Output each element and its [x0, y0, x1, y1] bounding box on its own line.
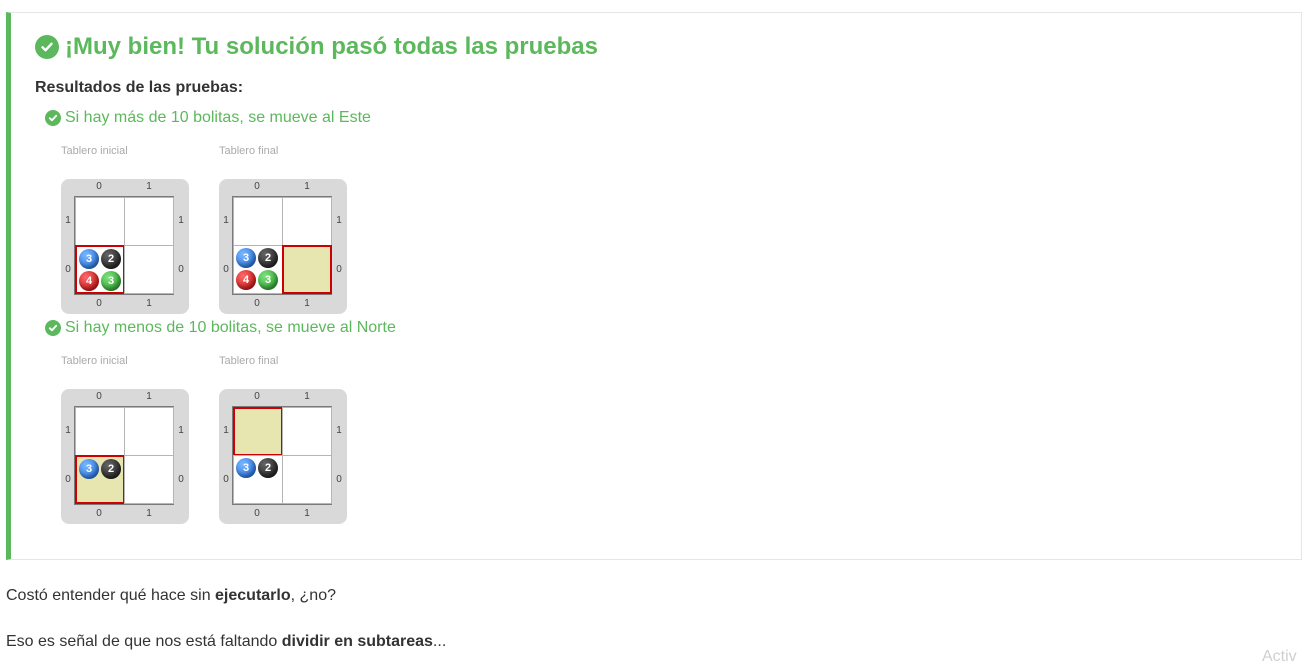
test-results-panel: ¡Muy bien! Tu solución pasó todas las pr…	[6, 12, 1302, 560]
row-label: 0	[336, 474, 342, 485]
paragraph-1: Costó entender qué hace sin ejecutarlo, …	[6, 587, 336, 605]
col-label: 1	[146, 181, 152, 192]
black-ball: 2	[258, 248, 278, 268]
board-grid: 3 2	[232, 406, 332, 505]
test-title-1: Si hay más de 10 bolitas, se mueve al Es…	[45, 109, 371, 127]
initial-board: 0 1 0 1 1 1 0 0 3 2	[61, 389, 189, 524]
check-circle-icon	[35, 35, 59, 59]
row-label: 1	[336, 425, 342, 436]
row-label: 1	[336, 215, 342, 226]
check-circle-icon	[45, 110, 61, 126]
black-ball: 2	[101, 459, 121, 479]
row-label: 1	[65, 215, 71, 226]
col-label: 1	[146, 391, 152, 402]
board-grid: 3 2 4 3	[232, 196, 332, 295]
test-title-2: Si hay menos de 10 bolitas, se mueve al …	[45, 319, 396, 337]
final-board: 0 1 0 1 1 1 0 0 3 2 4 3	[219, 179, 347, 314]
col-label: 1	[146, 298, 152, 309]
final-board-caption: Tablero final	[219, 145, 279, 157]
cell-0-1	[233, 197, 283, 246]
final-board-caption: Tablero final	[219, 355, 279, 367]
row-label: 1	[178, 215, 184, 226]
row-label: 0	[223, 264, 229, 275]
cell-0-0: 3 2	[233, 455, 283, 504]
test-title-text: Si hay menos de 10 bolitas, se mueve al …	[65, 319, 396, 336]
green-ball: 3	[258, 270, 278, 290]
paragraph-text: ...	[432, 633, 447, 650]
activation-watermark: Activ	[1262, 648, 1297, 665]
paragraph-bold: dividir en subtareas	[281, 633, 433, 650]
blue-ball: 3	[236, 458, 256, 478]
green-ball: 3	[101, 271, 121, 291]
col-label: 0	[96, 181, 102, 192]
row-label: 0	[65, 474, 71, 485]
col-label: 0	[254, 181, 260, 192]
cell-0-1	[75, 407, 125, 456]
row-label: 0	[178, 474, 184, 485]
cell-1-0	[282, 455, 332, 504]
red-ball: 4	[79, 271, 99, 291]
cell-0-1	[75, 197, 125, 246]
success-title-text: ¡Muy bien! Tu solución pasó todas las pr…	[65, 33, 598, 60]
board-grid: 3 2	[74, 406, 174, 505]
cell-1-1	[282, 197, 332, 246]
cell-1-0	[124, 245, 174, 294]
row-label: 0	[65, 264, 71, 275]
col-label: 0	[96, 298, 102, 309]
col-label: 1	[304, 391, 310, 402]
blue-ball: 3	[79, 459, 99, 479]
black-ball: 2	[258, 458, 278, 478]
row-label: 1	[223, 425, 229, 436]
cell-1-0-header	[282, 245, 332, 294]
final-board: 0 1 0 1 1 1 0 0 3 2	[219, 389, 347, 524]
col-label: 1	[304, 508, 310, 519]
success-title: ¡Muy bien! Tu solución pasó todas las pr…	[35, 33, 598, 61]
paragraph-bold: ejecutarlo	[215, 587, 291, 604]
initial-board: 0 1 0 1 1 1 0 0 3 2 4 3	[61, 179, 189, 314]
cell-1-1	[124, 407, 174, 456]
row-label: 1	[65, 425, 71, 436]
col-label: 0	[96, 508, 102, 519]
col-label: 0	[254, 298, 260, 309]
col-label: 1	[304, 298, 310, 309]
initial-board-caption: Tablero inicial	[61, 145, 128, 157]
paragraph-text: Costó entender qué hace sin	[6, 587, 216, 604]
cell-1-0	[124, 455, 174, 504]
paragraph-2: Eso es señal de que nos está faltando di…	[6, 633, 446, 651]
blue-ball: 3	[236, 248, 256, 268]
cell-0-0-header: 3 2	[75, 455, 125, 504]
col-label: 1	[146, 508, 152, 519]
col-label: 0	[96, 391, 102, 402]
row-label: 1	[223, 215, 229, 226]
initial-board-caption: Tablero inicial	[61, 355, 128, 367]
col-label: 0	[254, 391, 260, 402]
black-ball: 2	[101, 249, 121, 269]
board-grid: 3 2 4 3	[74, 196, 174, 295]
row-label: 0	[336, 264, 342, 275]
col-label: 0	[254, 508, 260, 519]
cell-1-1	[282, 407, 332, 456]
cell-1-1	[124, 197, 174, 246]
row-label: 0	[223, 474, 229, 485]
row-label: 1	[178, 425, 184, 436]
red-ball: 4	[236, 270, 256, 290]
cell-0-0: 3 2 4 3	[233, 245, 283, 294]
paragraph-text: Eso es señal de que nos está faltando	[6, 633, 282, 650]
cell-0-1-header	[233, 407, 283, 456]
col-label: 1	[304, 181, 310, 192]
cell-0-0-header: 3 2 4 3	[75, 245, 125, 294]
row-label: 0	[178, 264, 184, 275]
check-circle-icon	[45, 320, 61, 336]
results-heading: Resultados de las pruebas:	[35, 79, 244, 96]
paragraph-text: , ¿no?	[290, 587, 336, 604]
test-title-text: Si hay más de 10 bolitas, se mueve al Es…	[65, 109, 371, 126]
blue-ball: 3	[79, 249, 99, 269]
